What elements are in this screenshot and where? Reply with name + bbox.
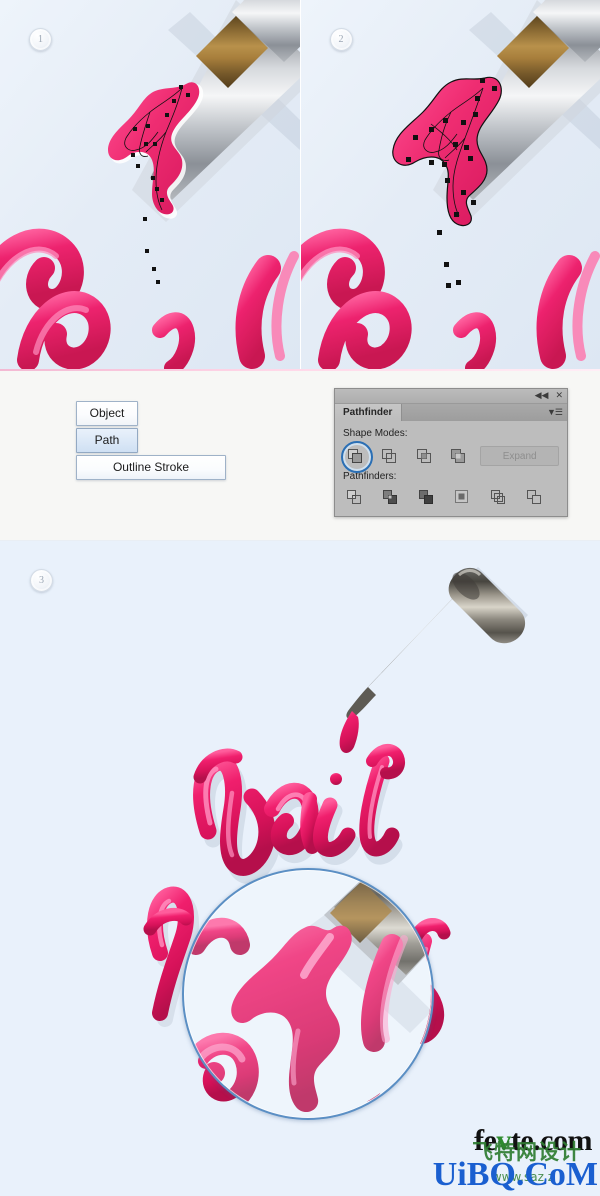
step-2-illustration — [301, 0, 600, 370]
shape-mode-unite-button[interactable] — [343, 443, 367, 469]
object-path-menu: Object Path Outline Stroke — [76, 401, 226, 480]
tab-pathfinder[interactable]: Pathfinder — [335, 404, 402, 421]
menu-item-object[interactable]: Object — [76, 401, 138, 426]
pathfinder-body: Shape Modes: — [335, 421, 567, 516]
ui-controls-band: Object Path Outline Stroke ◀◀ ✕ Pathfind… — [0, 370, 600, 540]
step-3-image-panel: 3 飞特网设计 www.saz.z fevte.com UiBQ.CoM — [0, 540, 600, 1196]
pathfinder-crop-button[interactable] — [451, 486, 474, 508]
unite-icon — [346, 447, 364, 465]
step-1-illustration — [0, 0, 300, 370]
collapse-double-left-icon[interactable]: ◀◀ — [535, 392, 549, 401]
minus-back-icon — [526, 489, 543, 506]
menu-item-outline-stroke[interactable]: Outline Stroke — [76, 455, 226, 480]
shape-mode-minus-front-button[interactable] — [377, 443, 401, 469]
pathfinders-label: Pathfinders: — [343, 471, 559, 482]
intersect-icon — [415, 447, 433, 465]
pathfinder-tab-filler: ▼☰ — [402, 404, 567, 421]
shape-modes-row: Expand — [343, 443, 559, 469]
step-images-row: 1 — [0, 0, 600, 370]
step-badge-1: 1 — [29, 28, 52, 51]
merge-icon — [418, 489, 435, 506]
pathfinder-titlebar: ◀◀ ✕ — [335, 389, 567, 404]
pathfinder-panel: ◀◀ ✕ Pathfinder ▼☰ Shape Modes: — [334, 388, 568, 517]
pathfinder-minus-back-button[interactable] — [523, 486, 546, 508]
watermark-uibq: UiBQ.CoM — [433, 1156, 598, 1194]
step-badge-3: 3 — [30, 569, 53, 592]
pathfinder-outline-button[interactable] — [487, 486, 510, 508]
step-2-image-panel: 2 — [300, 0, 600, 370]
panel-menu-icon[interactable]: ▼☰ — [547, 407, 562, 418]
crop-icon — [454, 489, 471, 506]
divide-icon — [346, 489, 363, 506]
expand-button[interactable]: Expand — [480, 446, 559, 466]
pathfinder-merge-button[interactable] — [415, 486, 438, 508]
menu-item-path[interactable]: Path — [76, 428, 138, 453]
pathfinder-trim-button[interactable] — [379, 486, 402, 508]
shape-mode-exclude-button[interactable] — [446, 443, 470, 469]
magnifier-circle — [182, 868, 434, 1120]
shape-mode-intersect-button[interactable] — [412, 443, 436, 469]
trim-icon — [382, 489, 399, 506]
pathfinders-row — [343, 486, 559, 508]
close-icon[interactable]: ✕ — [555, 392, 563, 401]
tutorial-page: 1 — [0, 0, 600, 1195]
minus-front-icon — [380, 447, 398, 465]
pathfinder-divide-button[interactable] — [343, 486, 366, 508]
exclude-icon — [449, 447, 467, 465]
outline-icon — [490, 489, 507, 506]
shape-modes-label: Shape Modes: — [343, 428, 559, 439]
pathfinder-tabrow: Pathfinder ▼☰ — [335, 404, 567, 421]
step-1-image-panel: 1 — [0, 0, 300, 370]
step-badge-2: 2 — [330, 28, 353, 51]
